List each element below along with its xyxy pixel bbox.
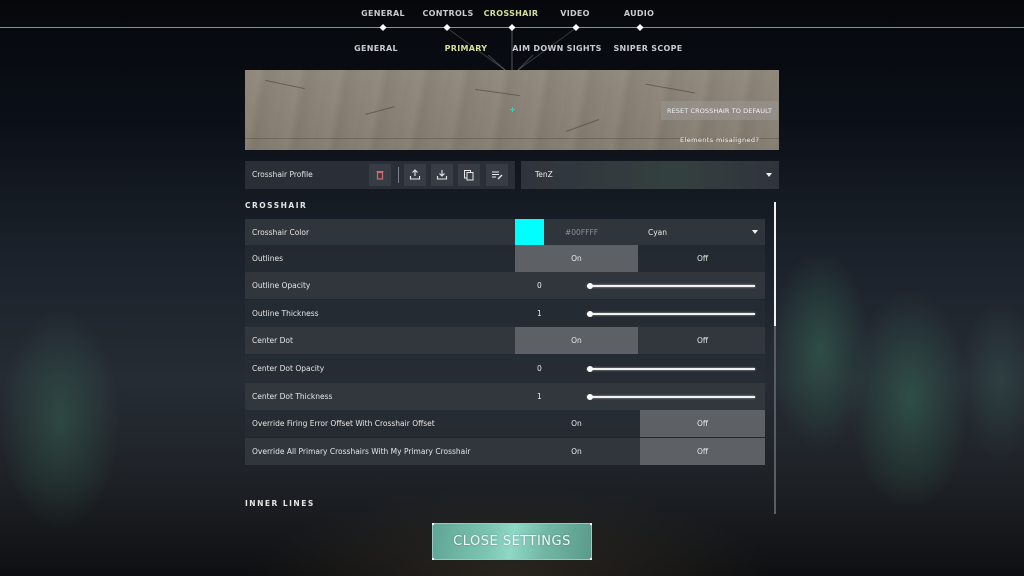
override-all-primary-off-button[interactable]: Off <box>640 438 765 465</box>
tab-general[interactable]: GENERAL <box>361 9 405 18</box>
setting-row-outline-opacity: Outline Opacity 0 <box>245 272 765 299</box>
setting-label: Center Dot Opacity <box>252 364 325 373</box>
nav-dot <box>443 23 451 32</box>
reset-crosshair-button[interactable]: RESET CROSSHAIR TO DEFAULT <box>661 101 778 120</box>
setting-row-outlines: Outlines On Off <box>245 245 765 272</box>
slider-value: 0 <box>537 364 542 373</box>
center-dot-thickness-slider[interactable] <box>587 394 755 400</box>
crosshair-preview-reticle <box>510 107 515 112</box>
chevron-down-icon <box>766 173 772 177</box>
rename-profile-button[interactable] <box>486 164 508 186</box>
slider-value: 1 <box>537 309 542 318</box>
setting-row-override-all-primary: Override All Primary Crosshairs With My … <box>245 438 765 465</box>
color-swatch[interactable] <box>515 219 544 245</box>
crosshair-color-dropdown[interactable]: Cyan <box>640 219 765 245</box>
nav-dot <box>379 23 387 32</box>
setting-label: Outline Opacity <box>252 281 311 290</box>
crosshair-profile-bar: Crosshair Profile <box>245 161 515 189</box>
setting-label: Outline Thickness <box>252 309 319 318</box>
elements-misaligned-link[interactable]: Elements misaligned? <box>680 136 759 144</box>
toolbar-separator <box>398 167 399 183</box>
subtab-general[interactable]: GENERAL <box>354 44 398 53</box>
tab-crosshair[interactable]: CROSSHAIR <box>484 9 539 18</box>
import-profile-button[interactable] <box>431 164 453 186</box>
delete-profile-button[interactable] <box>369 164 391 186</box>
rename-icon <box>492 171 503 180</box>
center-dot-opacity-slider[interactable] <box>587 366 755 372</box>
close-settings-button[interactable]: CLOSE SETTINGS <box>432 523 592 560</box>
slider-thumb[interactable] <box>587 311 593 317</box>
nav-dot <box>636 23 644 32</box>
tab-controls[interactable]: CONTROLS <box>422 9 473 18</box>
center-dot-on-button[interactable]: On <box>515 327 638 354</box>
section-title-crosshair: CROSSHAIR <box>245 201 308 210</box>
slider-thumb[interactable] <box>587 394 593 400</box>
crosshair-profile-value: TenZ <box>535 170 553 179</box>
slider-thumb[interactable] <box>587 283 593 289</box>
tab-audio[interactable]: AUDIO <box>624 9 654 18</box>
setting-label: Override Firing Error Offset With Crossh… <box>252 419 435 428</box>
tab-video[interactable]: VIDEO <box>560 9 590 18</box>
outline-opacity-slider[interactable] <box>587 283 755 289</box>
setting-row-outline-thickness: Outline Thickness 1 <box>245 300 765 327</box>
slider-thumb[interactable] <box>587 366 593 372</box>
slider-value: 1 <box>537 392 542 401</box>
setting-label: Center Dot <box>252 336 293 345</box>
subtab-primary[interactable]: PRIMARY <box>445 44 488 53</box>
nav-dot <box>572 23 580 32</box>
subtab-sniper-scope[interactable]: SNIPER SCOPE <box>613 44 682 53</box>
setting-row-center-dot-thickness: Center Dot Thickness 1 <box>245 383 765 410</box>
copy-icon <box>464 170 474 181</box>
slider-value: 0 <box>537 281 542 290</box>
setting-row-override-firing-error: Override Firing Error Offset With Crossh… <box>245 410 765 437</box>
setting-label: Center Dot Thickness <box>252 392 333 401</box>
outlines-on-button[interactable]: On <box>515 245 638 272</box>
nav-dot <box>508 23 516 32</box>
chevron-down-icon <box>752 230 758 234</box>
crosshair-color-value: Cyan <box>648 228 668 237</box>
export-profile-button[interactable] <box>404 164 426 186</box>
center-dot-off-button[interactable]: Off <box>640 327 765 354</box>
crosshair-profile-dropdown[interactable]: TenZ <box>521 161 779 189</box>
override-firing-error-on-button[interactable]: On <box>515 410 638 437</box>
outlines-off-button[interactable]: Off <box>640 245 765 272</box>
close-settings-label: CLOSE SETTINGS <box>453 534 571 549</box>
subtab-aim-down-sights[interactable]: AIM DOWN SIGHTS <box>512 44 601 53</box>
setting-label: Outlines <box>252 254 284 263</box>
trash-icon <box>376 171 384 180</box>
setting-row-center-dot: Center Dot On Off <box>245 327 765 354</box>
override-all-primary-on-button[interactable]: On <box>515 438 638 465</box>
scrollbar-thumb[interactable] <box>774 202 776 326</box>
download-icon <box>436 170 448 180</box>
setting-row-center-dot-opacity: Center Dot Opacity 0 <box>245 355 765 382</box>
outline-thickness-slider[interactable] <box>587 311 755 317</box>
override-firing-error-off-button[interactable]: Off <box>640 410 765 437</box>
setting-label: Override All Primary Crosshairs With My … <box>252 447 471 456</box>
setting-row-crosshair-color: Crosshair Color #00FFFF Cyan <box>245 219 765 245</box>
color-hex-value: #00FFFF <box>565 228 599 237</box>
crosshair-profile-label: Crosshair Profile <box>252 170 313 179</box>
copy-profile-button[interactable] <box>458 164 480 186</box>
settings-scrollbar[interactable] <box>774 202 776 514</box>
upload-icon <box>409 169 421 180</box>
setting-label: Crosshair Color <box>252 228 310 237</box>
section-title-inner-lines: INNER LINES <box>245 499 315 508</box>
